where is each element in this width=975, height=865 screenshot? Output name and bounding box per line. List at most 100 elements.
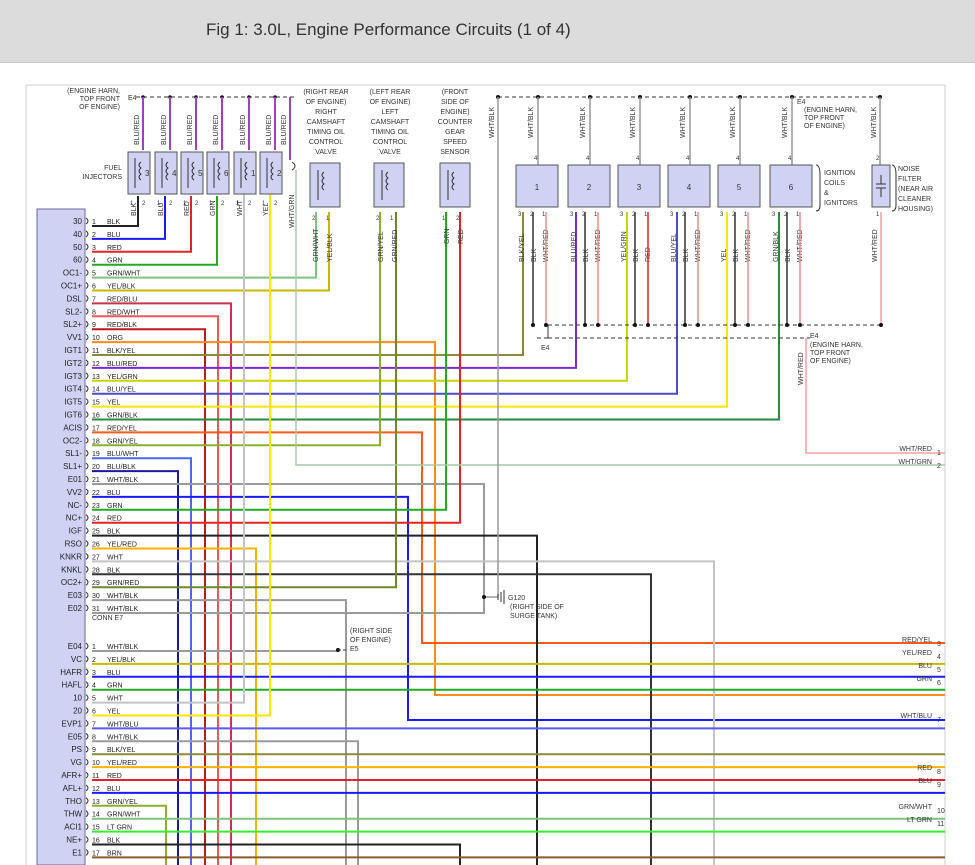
- pin-terminal: [85, 823, 89, 830]
- wire-color-label: BLK/YEL: [107, 747, 136, 754]
- pin-terminal: [85, 398, 89, 405]
- pin-number: 8: [92, 734, 96, 741]
- wire-grn-wht: [92, 212, 317, 279]
- pin-number: 3: [92, 670, 96, 677]
- pin-number: 14: [92, 812, 100, 819]
- pin-terminal: [85, 784, 89, 792]
- wire-color-label: LT GRN: [107, 825, 132, 832]
- pin-terminal: [85, 501, 89, 509]
- injector-out-label: BLU: [158, 202, 165, 216]
- figure-title: Fig 1: 3.0L, Engine Performance Circuits…: [206, 20, 571, 39]
- speed-sensor-label: SIDE OF: [441, 99, 469, 106]
- coil-pin: 3: [720, 212, 724, 218]
- pin-number: 20: [92, 464, 100, 471]
- pin-terminal: [85, 553, 89, 560]
- output-pin-number: 3: [937, 641, 941, 648]
- wire-color-label: GRN/RED: [107, 580, 139, 587]
- ecm-pin-name: RSO: [65, 540, 82, 549]
- wire-color-label: WHT/BLK: [107, 734, 138, 741]
- pin-number: 31: [92, 606, 100, 613]
- ecm-pin-name: VV2: [67, 488, 83, 497]
- wire-yel: [92, 212, 728, 408]
- wire-red-wht: [92, 315, 219, 865]
- pin-terminal: [85, 758, 89, 766]
- wire-color-label: GRN/YEL: [107, 438, 138, 445]
- splice-dot: [696, 323, 700, 327]
- coil-wire-label: BLK/YEL: [519, 233, 526, 262]
- right-camshaft-valve: [309, 162, 341, 208]
- pin-number: 17: [92, 850, 100, 857]
- pin-terminal: [85, 797, 89, 805]
- splice-dot: [785, 323, 789, 327]
- pin-number: 29: [92, 580, 100, 587]
- ecm-pin-name: IGT5: [64, 398, 82, 407]
- valve-right-label: CAMSHAFT: [307, 119, 346, 126]
- coil-bracket: [815, 164, 821, 212]
- wire-color-label: GRN: [107, 683, 123, 690]
- pin-terminal: [291, 161, 296, 171]
- e4-lower-label: (ENGINE HARN,: [810, 342, 863, 349]
- output-pin-number: 1: [937, 450, 941, 457]
- wire-color-label: BLU/YEL: [107, 387, 136, 394]
- wire-color-label: RED: [107, 773, 122, 780]
- injector-number: 2: [277, 169, 282, 178]
- coil-pin: 3: [518, 212, 522, 218]
- valve-left-label: CONTROL: [373, 139, 407, 146]
- pin-terminal: [85, 836, 89, 843]
- valve-wire-label: GRN/YEL: [378, 231, 385, 262]
- noise-filter-label: (NEAR AIR: [898, 186, 933, 193]
- injector-feed-label: BLU/RED: [187, 115, 194, 145]
- ecm-pin-name: 20: [73, 707, 82, 716]
- ecm-pin-name: E05: [68, 732, 83, 741]
- e4-top-left-label: OF ENGINE): [79, 104, 120, 111]
- pin-number: 22: [92, 490, 100, 497]
- pin-number: 11: [92, 348, 99, 355]
- pin-terminal: [85, 514, 89, 522]
- ecm-pin-name: SL2+: [63, 320, 82, 329]
- pin-terminal: [85, 333, 89, 341]
- splice-dot: [544, 323, 548, 327]
- splice-dot: [733, 323, 737, 327]
- output-wire-label: GRN: [916, 676, 932, 683]
- pin-terminal: [85, 642, 89, 650]
- wire-color-label: WHT: [107, 696, 124, 703]
- ecm-pin-name: IGT1: [64, 346, 82, 355]
- pin-terminal: [85, 217, 89, 225]
- ecm-pin-name: OC2+: [61, 578, 82, 587]
- pin-number: 5: [92, 696, 96, 703]
- pin-number: 21: [92, 477, 100, 484]
- splice-dot: [596, 323, 600, 327]
- valve-right-label: (RIGHT REAR: [303, 89, 348, 96]
- valve-right-label: TIMING OIL: [307, 129, 345, 136]
- injector-number: 3: [145, 169, 150, 178]
- injector-number: 1: [251, 169, 256, 178]
- pin-number: 11: [92, 773, 99, 780]
- wire-color-label: GRN/YEL: [107, 799, 138, 806]
- wire-blu: [92, 196, 166, 240]
- wire-color-label: GRN: [107, 258, 123, 265]
- valve-left-label: TIMING OIL: [371, 129, 409, 136]
- ignition-coils-label: COILS: [824, 180, 845, 187]
- pin-terminal: [85, 320, 89, 328]
- ecm-pin-name: ACI1: [64, 823, 82, 832]
- pin-terminal: [85, 527, 89, 534]
- top-wire-label: WHT/BLK: [730, 107, 737, 138]
- output-pin-number: 5: [937, 667, 941, 674]
- output-pin-number: 7: [937, 717, 941, 724]
- injector-pin: 2: [142, 201, 146, 207]
- wire-color-label: RED: [107, 516, 122, 523]
- injector-feed-label: BLU/RED: [161, 115, 168, 145]
- output-pin-number: 2: [937, 463, 941, 470]
- coil-number: 2: [587, 183, 592, 192]
- pin-number: 4: [92, 258, 96, 265]
- ecm-pin-name: OC2-: [63, 436, 82, 445]
- wire-color-label: GRN: [107, 503, 123, 510]
- pin-number: 28: [92, 567, 100, 574]
- ecm-pin-name: IGT4: [64, 385, 82, 394]
- wire-color-label: RED/WHT: [107, 309, 140, 316]
- coil-number: 5: [737, 183, 742, 192]
- left-camshaft-valve: [373, 162, 405, 208]
- sensor-wire-label: GRN: [444, 228, 451, 244]
- coil-pin: 3: [620, 212, 624, 218]
- pin-terminal: [85, 307, 89, 315]
